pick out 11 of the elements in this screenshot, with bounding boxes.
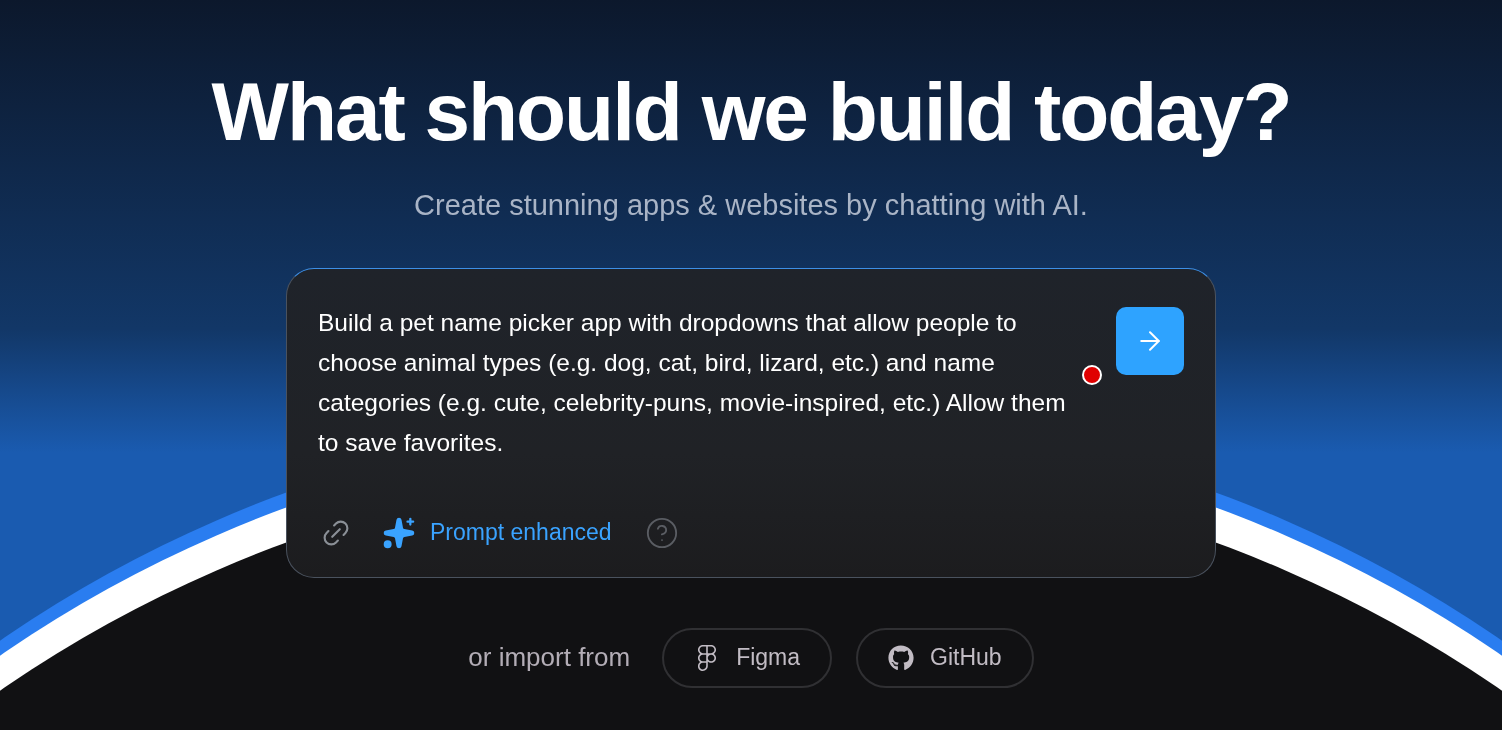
prompt-field[interactable]: Build a pet name picker app with dropdowns that allow people to choose animal types (e.g. dog, cat, bird, lizard, etc.) and name categories (e.g. cute, celebrity-puns, movie-inspired, etc.) Allow them to save favorites.: [318, 302, 1088, 463]
enhance-prompt-button[interactable]: Prompt enhanced: [382, 515, 612, 550]
help-icon: [644, 515, 679, 550]
send-button[interactable]: [1116, 306, 1184, 375]
page-subheading: Create stunning apps & websites by chatting with AI.: [414, 188, 1088, 223]
page-heading: What should we build today?: [211, 65, 1291, 159]
github-icon: [888, 644, 915, 671]
import-label: or import from: [468, 641, 631, 674]
import-source-button[interactable]: Figma: [662, 627, 833, 688]
import-source-button[interactable]: GitHub: [856, 627, 1034, 688]
sparkles-icon: [382, 515, 416, 550]
